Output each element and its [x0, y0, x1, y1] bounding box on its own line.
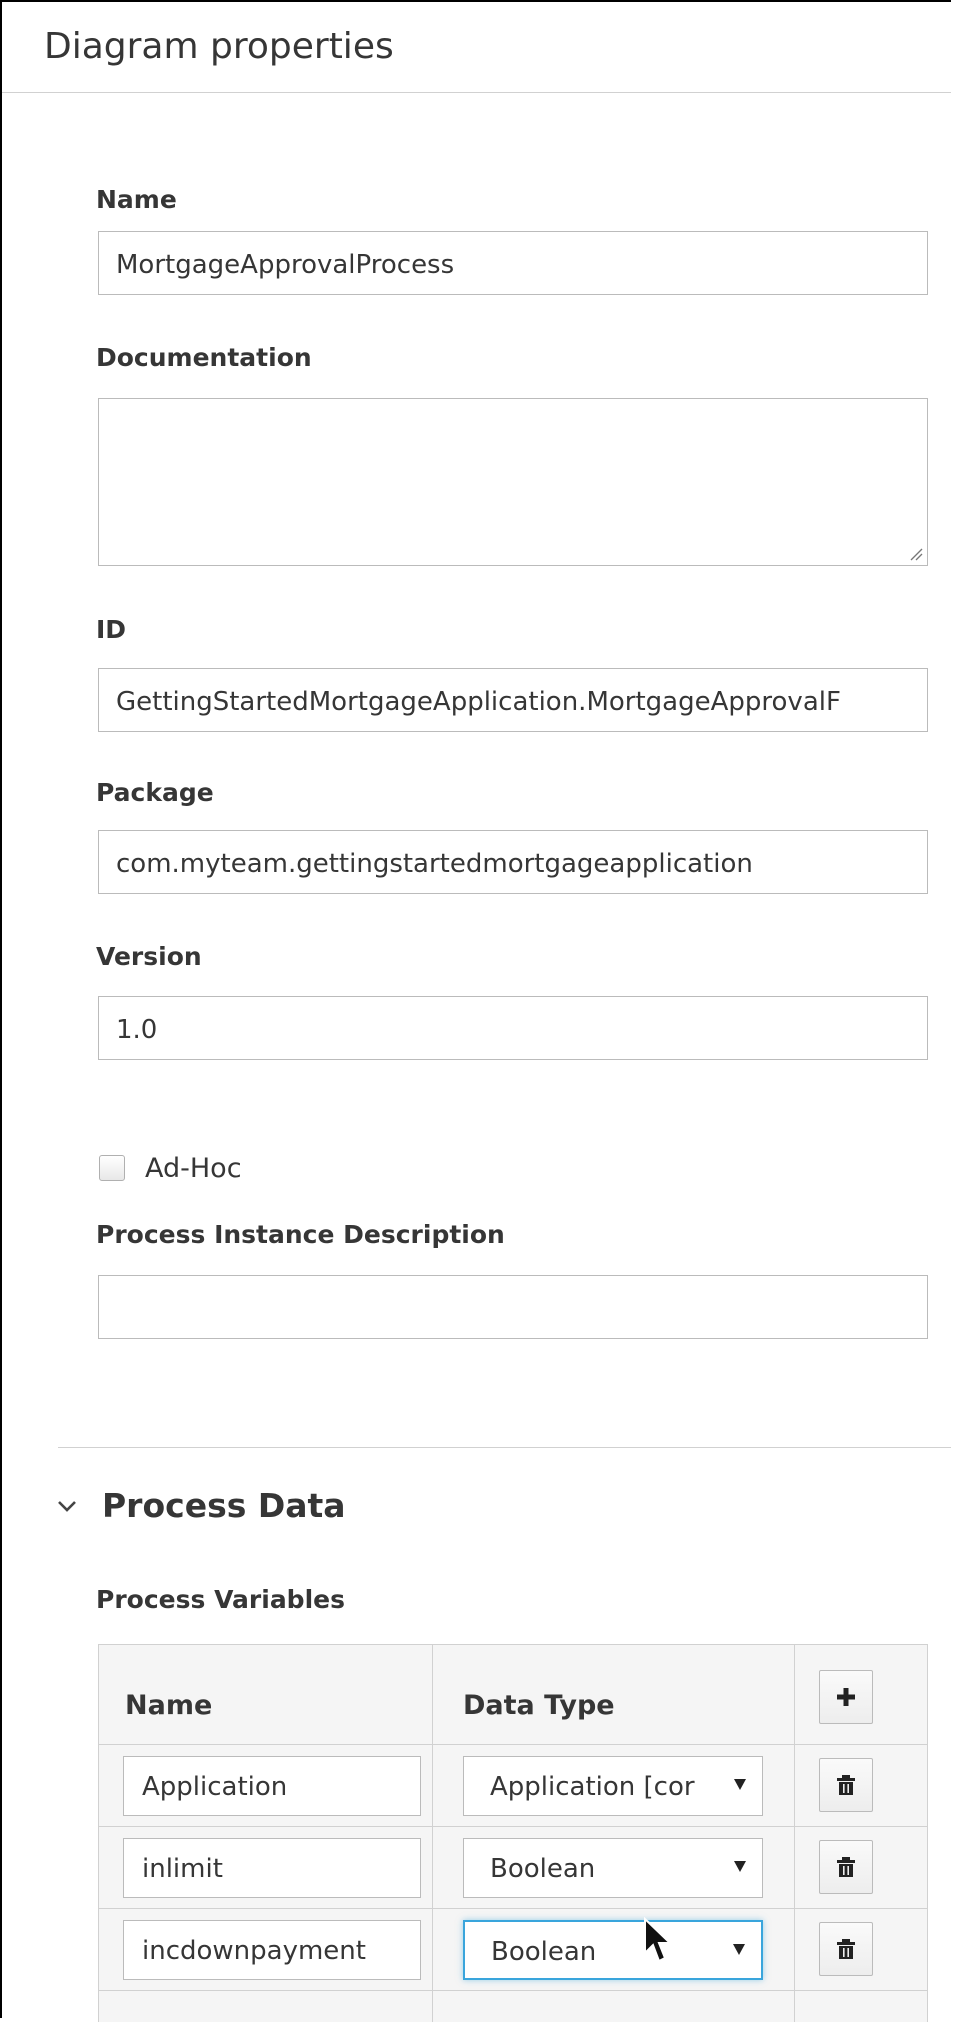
chevron-down-icon[interactable]	[56, 1499, 78, 1513]
version-label: Version	[96, 942, 202, 971]
delete-variable-button[interactable]	[819, 1840, 873, 1894]
process-instance-description-input[interactable]	[98, 1275, 928, 1339]
variable-name-input[interactable]: inlimit	[123, 1838, 421, 1898]
documentation-label: Documentation	[96, 343, 312, 372]
package-label: Package	[96, 778, 214, 807]
mouse-cursor-icon	[644, 1917, 673, 1963]
variable-data-type-value: Boolean	[491, 1937, 597, 1967]
diagram-properties-panel: Diagram properties Name MortgageApproval…	[0, 0, 951, 2022]
id-input[interactable]: GettingStartedMortgageApplication.Mortga…	[98, 668, 928, 732]
table-row-divider	[99, 1744, 927, 1745]
variable-name-input[interactable]: incdownpayment	[123, 1920, 421, 1980]
table-column-divider	[432, 1645, 433, 2022]
process-instance-description-label: Process Instance Description	[96, 1220, 505, 1249]
table-row-divider	[99, 1990, 927, 1991]
panel-title: Diagram properties	[44, 26, 394, 67]
variable-data-type-select[interactable]: Application [cor	[463, 1756, 763, 1816]
section-divider	[58, 1447, 951, 1448]
process-variables-label: Process Variables	[96, 1585, 345, 1614]
variable-data-type-select[interactable]: Boolean	[463, 1920, 763, 1980]
dropdown-caret-icon	[734, 1861, 746, 1872]
table-row-divider	[99, 1826, 927, 1827]
process-data-section-title[interactable]: Process Data	[102, 1486, 346, 1525]
variable-data-type-value: Boolean	[490, 1854, 596, 1884]
variable-data-type-value: Application [cor	[490, 1772, 695, 1802]
column-header-data-type: Data Type	[463, 1690, 615, 1721]
trash-icon	[837, 1857, 855, 1877]
variable-data-type-select[interactable]: Boolean	[463, 1838, 763, 1898]
variable-name-input[interactable]: Application	[123, 1756, 421, 1816]
dropdown-caret-icon	[733, 1944, 745, 1955]
package-input[interactable]: com.myteam.gettingstartedmortgageapplica…	[98, 830, 928, 894]
column-header-name: Name	[125, 1690, 213, 1721]
name-input[interactable]: MortgageApprovalProcess	[98, 231, 928, 295]
resize-handle-icon[interactable]	[909, 547, 923, 561]
table-row-divider	[99, 1908, 927, 1909]
dropdown-caret-icon	[734, 1779, 746, 1790]
process-variables-table: Name Data Type Application Application […	[98, 1644, 928, 2022]
name-label: Name	[96, 185, 177, 214]
plus-icon	[837, 1688, 855, 1706]
panel-header: Diagram properties	[2, 2, 951, 93]
version-input[interactable]: 1.0	[98, 996, 928, 1060]
table-column-divider	[794, 1645, 795, 2022]
id-label: ID	[96, 615, 127, 644]
documentation-textarea[interactable]	[98, 398, 928, 566]
add-variable-button[interactable]	[819, 1670, 873, 1724]
delete-variable-button[interactable]	[819, 1922, 873, 1976]
delete-variable-button[interactable]	[819, 1758, 873, 1812]
adhoc-checkbox[interactable]	[99, 1155, 125, 1181]
trash-icon	[837, 1939, 855, 1959]
trash-icon	[837, 1775, 855, 1795]
adhoc-label: Ad-Hoc	[145, 1153, 242, 1184]
